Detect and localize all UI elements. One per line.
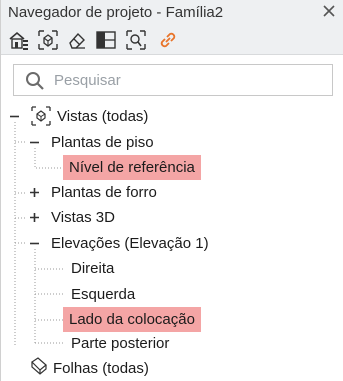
eraser-icon[interactable] — [66, 29, 88, 51]
close-icon[interactable] — [320, 2, 338, 20]
collapse-icon[interactable] — [29, 137, 40, 148]
tree-node-3d-views[interactable]: Vistas 3D — [51, 205, 115, 230]
search-box[interactable]: Pesquisar — [13, 64, 333, 96]
tree-node-views-all[interactable]: Vistas (todas) — [57, 104, 148, 129]
tree-node-elevation-left[interactable]: Esquerda — [71, 282, 135, 307]
zoom-frame-icon[interactable] — [125, 29, 147, 51]
section-split-icon[interactable] — [95, 29, 117, 51]
tree-node-elevation-placement-side[interactable]: Lado da colocação — [63, 307, 201, 332]
tree-node-ceiling-plans[interactable]: Plantas de forro — [51, 180, 157, 205]
link-icon[interactable] — [157, 29, 179, 51]
view-cube-icon[interactable] — [37, 29, 59, 51]
expand-icon[interactable] — [29, 187, 40, 198]
tree-node-reference-level[interactable]: Nível de referência — [63, 155, 201, 180]
title-bar: Navegador de projeto - Família2 — [1, 0, 343, 26]
panel-title: Navegador de projeto - Família2 — [8, 4, 224, 21]
search-input[interactable]: Pesquisar — [54, 72, 121, 89]
sheets-icon — [31, 357, 47, 375]
home-structure-icon[interactable] — [8, 29, 30, 51]
project-tree: Vistas (todas) Plantas de piso Nível de … — [1, 104, 343, 381]
expand-icon[interactable] — [29, 212, 40, 223]
views-icon — [31, 106, 51, 126]
tree-node-sheets-all[interactable]: Folhas (todas) — [53, 356, 149, 381]
project-browser-panel: Navegador de projeto - Família2 Pesquisa… — [0, 0, 343, 381]
tree-node-elevations[interactable]: Elevações (Elevação 1) — [51, 231, 209, 256]
tree-node-floor-plans[interactable]: Plantas de piso — [51, 130, 154, 155]
tree-node-elevation-back[interactable]: Parte posterior — [71, 331, 169, 356]
toolbar — [1, 26, 343, 55]
collapse-icon[interactable] — [9, 111, 20, 122]
collapse-icon[interactable] — [29, 238, 40, 249]
search-icon — [26, 72, 44, 90]
tree-node-elevation-right[interactable]: Direita — [71, 256, 114, 281]
